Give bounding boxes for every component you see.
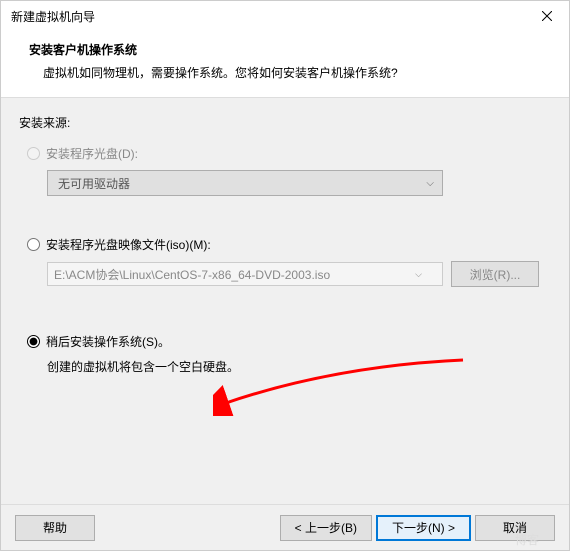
window-title: 新建虚拟机向导	[11, 8, 95, 25]
radio-later-label[interactable]: 稍后安装操作系统(S)。	[46, 333, 170, 350]
header-title: 安装客户机操作系统	[29, 41, 549, 58]
section-label: 安装来源:	[19, 114, 551, 131]
radio-iso[interactable]	[27, 238, 40, 251]
iso-path-input: E:\ACM协会\Linux\CentOS-7-x86_64-DVD-2003.…	[47, 262, 443, 286]
radio-disc	[27, 147, 40, 160]
close-icon	[542, 11, 552, 21]
watermark: 博客	[515, 531, 539, 548]
later-info-text: 创建的虚拟机将包含一个空白硬盘。	[47, 358, 551, 375]
content-area: 安装来源: 安装程序光盘(D): 无可用驱动器 ⌵ 安装程序光盘映像文件(iso…	[1, 98, 569, 504]
drive-select: 无可用驱动器 ⌵	[47, 170, 443, 196]
help-button[interactable]: 帮助	[15, 515, 95, 541]
wizard-header: 安装客户机操作系统 虚拟机如同物理机，需要操作系统。您将如何安装客户机操作系统?	[1, 31, 569, 98]
back-button[interactable]: < 上一步(B)	[280, 515, 372, 541]
browse-button: 浏览(R)...	[451, 261, 539, 287]
next-button[interactable]: 下一步(N) >	[376, 515, 471, 541]
header-subtitle: 虚拟机如同物理机，需要操作系统。您将如何安装客户机操作系统?	[29, 64, 549, 81]
close-button[interactable]	[525, 1, 569, 31]
chevron-down-icon: ⌵	[426, 178, 434, 189]
footer: 帮助 < 上一步(B) 下一步(N) > 取消 博客	[1, 504, 569, 550]
radio-iso-label[interactable]: 安装程序光盘映像文件(iso)(M):	[46, 236, 211, 253]
drive-select-value: 无可用驱动器	[58, 175, 130, 192]
iso-path-value: E:\ACM协会\Linux\CentOS-7-x86_64-DVD-2003.…	[54, 266, 330, 283]
radio-later[interactable]	[27, 335, 40, 348]
chevron-down-icon: ⌵	[415, 269, 422, 280]
radio-disc-label: 安装程序光盘(D):	[46, 145, 138, 162]
